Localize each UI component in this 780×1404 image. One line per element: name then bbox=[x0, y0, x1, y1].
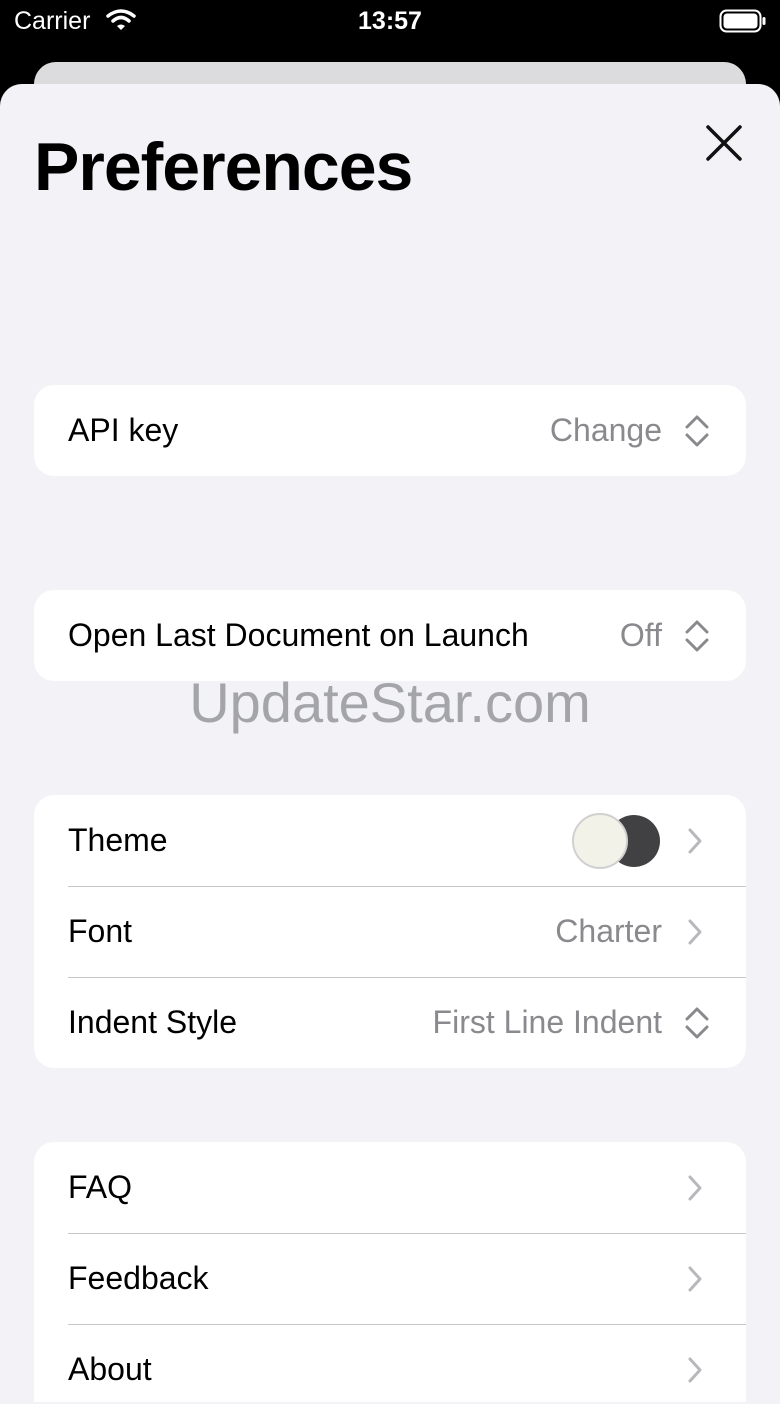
theme-label: Theme bbox=[68, 822, 168, 858]
about-label: About bbox=[68, 1351, 152, 1387]
indent-style-value: First Line Indent bbox=[432, 1004, 662, 1040]
feedback-row[interactable]: Feedback bbox=[34, 1233, 746, 1324]
font-value: Charter bbox=[555, 913, 662, 949]
page-title: Preferences bbox=[34, 129, 413, 205]
info-group: FAQ Feedback About bbox=[34, 1142, 746, 1402]
open-last-document-value: Off bbox=[619, 617, 662, 653]
up-down-chevron-icon bbox=[682, 619, 712, 653]
about-row[interactable]: About bbox=[34, 1324, 746, 1402]
up-down-chevron-icon bbox=[682, 414, 712, 448]
indent-style-row[interactable]: Indent Style First Line Indent bbox=[34, 977, 746, 1068]
chevron-right-icon bbox=[682, 917, 708, 947]
status-bar: Carrier 13:57 bbox=[0, 0, 780, 46]
chevron-right-icon bbox=[682, 1173, 708, 1203]
battery-icon bbox=[719, 9, 767, 40]
font-label: Font bbox=[68, 913, 133, 949]
up-down-chevron-icon bbox=[682, 1006, 712, 1040]
api-key-value: Change bbox=[549, 412, 662, 448]
faq-label: FAQ bbox=[68, 1169, 133, 1205]
chevron-right-icon bbox=[682, 1355, 708, 1385]
api-key-label: API key bbox=[68, 412, 179, 448]
chevron-right-icon bbox=[682, 1264, 708, 1294]
theme-row[interactable]: Theme bbox=[34, 795, 746, 886]
api-key-group: API key Change bbox=[34, 385, 746, 476]
close-icon bbox=[706, 125, 742, 161]
close-button[interactable] bbox=[698, 118, 750, 170]
launch-group: Open Last Document on Launch Off bbox=[34, 590, 746, 681]
api-key-row[interactable]: API key Change bbox=[34, 385, 746, 476]
feedback-label: Feedback bbox=[68, 1260, 209, 1296]
light-theme-circle bbox=[572, 812, 628, 869]
theme-swatch-icon bbox=[572, 812, 662, 869]
chevron-right-icon bbox=[682, 826, 708, 856]
faq-row[interactable]: FAQ bbox=[34, 1142, 746, 1233]
open-last-document-label: Open Last Document on Launch bbox=[68, 617, 529, 653]
appearance-group: Theme Font Charter Indent Style First Li… bbox=[34, 795, 746, 1068]
font-row[interactable]: Font Charter bbox=[34, 886, 746, 977]
clock: 13:57 bbox=[358, 7, 422, 35]
indent-style-label: Indent Style bbox=[68, 1004, 237, 1040]
open-last-document-row[interactable]: Open Last Document on Launch Off bbox=[34, 590, 746, 681]
